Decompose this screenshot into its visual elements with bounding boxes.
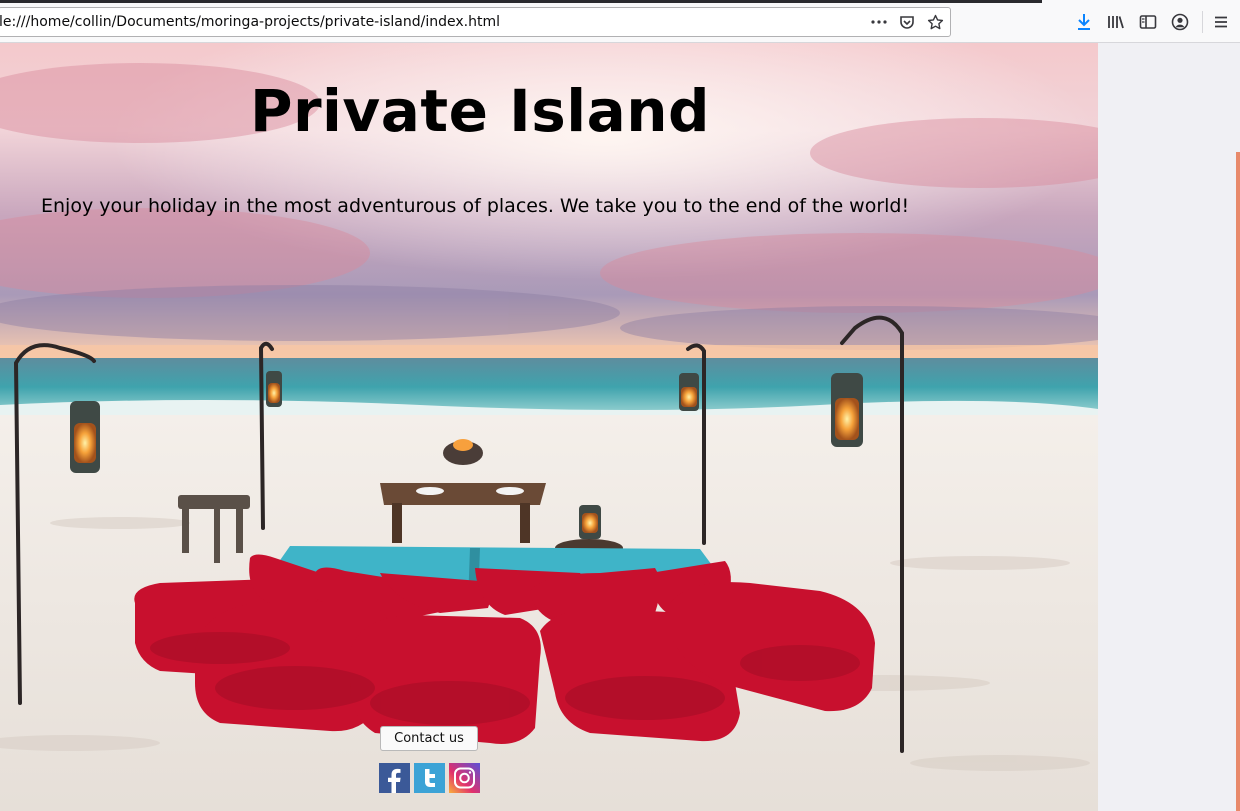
toolbar-buttons — [1072, 10, 1240, 34]
instagram-icon[interactable] — [449, 763, 480, 793]
page-tagline: Enjoy your holiday in the most adventuro… — [41, 195, 910, 217]
pocket-icon[interactable] — [898, 12, 916, 32]
menu-icon[interactable] — [1209, 10, 1233, 34]
scrollbar-accent[interactable] — [1236, 152, 1240, 811]
page-viewport: Private Island Enjoy your holiday in the… — [0, 43, 1098, 811]
page-title: Private Island — [249, 77, 711, 145]
url-text[interactable]: le:///home/collin/Documents/moringa-proj… — [0, 14, 500, 30]
account-icon[interactable] — [1168, 10, 1192, 34]
facebook-icon[interactable] — [379, 763, 410, 793]
page-actions-icon[interactable] — [870, 12, 888, 32]
social-links — [379, 763, 480, 793]
twitter-icon[interactable] — [414, 763, 445, 793]
contact-us-button[interactable]: Contact us — [380, 726, 478, 751]
page-gutter — [1098, 43, 1240, 811]
bookmark-star-icon[interactable] — [926, 12, 944, 32]
url-bar[interactable]: le:///home/collin/Documents/moringa-proj… — [0, 7, 951, 37]
beach-hero-image — [0, 43, 1098, 811]
library-icon[interactable] — [1104, 10, 1128, 34]
download-icon[interactable] — [1072, 10, 1096, 34]
url-actions — [870, 12, 944, 32]
sidebar-icon[interactable] — [1136, 10, 1160, 34]
browser-toolbar: le:///home/collin/Documents/moringa-proj… — [0, 0, 1240, 43]
toolbar-separator — [1202, 11, 1203, 33]
tab-strip — [0, 0, 1042, 3]
